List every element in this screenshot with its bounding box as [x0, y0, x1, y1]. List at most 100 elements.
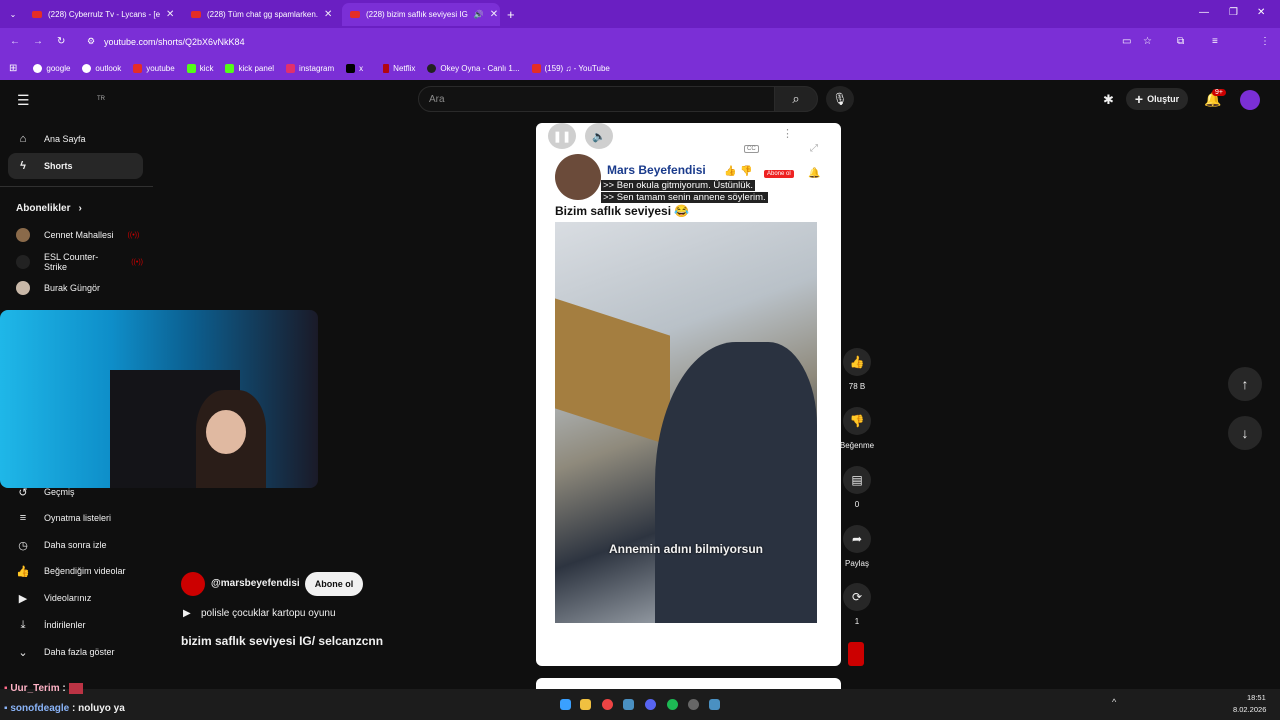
- caption-line-1: >> Ben okula gitmiyorum. Üstünlük.: [601, 180, 755, 191]
- steam-icon[interactable]: [709, 699, 720, 710]
- sidebar-item-playlists[interactable]: ≡ Oynatma listeleri: [8, 505, 143, 531]
- new-tab-icon[interactable]: +: [507, 7, 515, 22]
- fullscreen-icon[interactable]: ⤢: [810, 143, 818, 154]
- close-icon[interactable]: ✕: [490, 9, 498, 20]
- steam-icon[interactable]: [623, 699, 634, 710]
- search-input[interactable]: Ara: [418, 86, 775, 112]
- subscriptions-header[interactable]: Abonelikler ›: [16, 203, 82, 214]
- close-icon[interactable]: ✕: [324, 9, 332, 20]
- youtube-icon: [531, 63, 541, 73]
- dislike-action[interactable]: 👎 Beğenme: [836, 407, 878, 450]
- share-action[interactable]: ➦ Paylaş: [836, 525, 878, 568]
- next-short-button[interactable]: ↓: [1228, 416, 1262, 450]
- reload-icon[interactable]: ↻: [57, 36, 65, 47]
- sound-title[interactable]: polisle çocuklar kartopu oyunu: [201, 608, 336, 619]
- bookmark-youtube[interactable]: youtube: [133, 63, 175, 73]
- sidebar-item-downloads[interactable]: ⤓ İndirilenler: [8, 612, 143, 638]
- bookmark-netflix[interactable]: Netflix: [383, 63, 415, 73]
- bookmark-okey[interactable]: Okey Oyna - Canlı 1...: [427, 63, 520, 73]
- share-icon[interactable]: ➦: [843, 525, 871, 553]
- sidebar-item-show-more[interactable]: ⌄ Daha fazla göster: [8, 639, 143, 665]
- post-author-avatar: [555, 154, 601, 200]
- bookmark-outlook[interactable]: outlook: [82, 63, 121, 73]
- pause-button[interactable]: ❚❚: [548, 123, 576, 149]
- create-button[interactable]: + Oluştur: [1126, 88, 1188, 110]
- search-button[interactable]: ⌕: [774, 86, 818, 112]
- live-icon: ((•)): [131, 258, 143, 266]
- youtube-icon: [191, 11, 201, 18]
- arrow-down-icon: ↓: [1241, 425, 1249, 441]
- site-info-icon[interactable]: ⚙: [87, 36, 95, 47]
- discord-icon[interactable]: [645, 699, 656, 710]
- url-field[interactable]: ⚙ youtube.com/shorts/Q2bX6vNkK84: [80, 33, 1140, 51]
- short-video-player[interactable]: ❚❚ 🔈 ⋮ CC ⤢ Mars Beyefendisi 👍 👎 Abone o…: [536, 123, 841, 666]
- thumbs-up-icon[interactable]: 👍: [843, 348, 871, 376]
- streamer-face: [206, 410, 246, 454]
- bookmark-youtube-music[interactable]: (159) ♫ - YouTube: [531, 63, 610, 73]
- okey-icon: [427, 63, 437, 73]
- channel-avatar: [16, 228, 30, 242]
- extension-icon[interactable]: ✱: [1103, 92, 1114, 108]
- previous-short-button[interactable]: ↑: [1228, 367, 1262, 401]
- maximize-icon[interactable]: ❐: [1229, 7, 1238, 18]
- sidebar-item-shorts[interactable]: ϟ Shorts: [8, 153, 143, 179]
- thumbs-down-icon[interactable]: 👎: [843, 407, 871, 435]
- tab-2[interactable]: (228) Tüm chat gg spamlarken. ✕: [183, 3, 339, 26]
- youtube-icon: [133, 63, 143, 73]
- channel-avatar[interactable]: [181, 572, 205, 596]
- star-icon[interactable]: ☆: [1143, 36, 1152, 47]
- reading-list-icon[interactable]: ≡: [1212, 36, 1218, 47]
- comment-icon[interactable]: ▤: [843, 466, 871, 494]
- close-icon[interactable]: ✕: [166, 9, 174, 20]
- tab-search-button[interactable]: ⌄: [6, 3, 20, 26]
- video-frame: Annemin adını bilmiyorsun: [555, 222, 817, 623]
- remix-action[interactable]: ⟳ 1: [836, 583, 878, 626]
- captions-button[interactable]: CC: [744, 145, 759, 153]
- youtube-icon: [32, 11, 42, 18]
- close-window-icon[interactable]: ✕: [1257, 7, 1265, 18]
- bookmark-kick[interactable]: kick: [186, 63, 213, 73]
- forward-icon[interactable]: →: [33, 36, 43, 47]
- windows-taskbar: [0, 689, 1280, 720]
- music-play-icon[interactable]: ▶: [183, 608, 191, 619]
- tab-3-active[interactable]: (228) bizim saflık seviyesi IG 🔊 ✕: [342, 3, 500, 26]
- minimize-icon[interactable]: —: [1199, 7, 1209, 18]
- spotify-icon[interactable]: [667, 699, 678, 710]
- tray-chevron-icon[interactable]: ^: [1112, 697, 1116, 707]
- chrome-icon[interactable]: [602, 699, 613, 710]
- voice-search-button[interactable]: 🎙: [826, 86, 854, 112]
- start-icon[interactable]: [560, 699, 571, 710]
- sidebar-item-your-videos[interactable]: ▶ Videolarınız: [8, 585, 143, 611]
- tab-title: (228) Tüm chat gg spamlarken.: [207, 10, 319, 19]
- back-icon[interactable]: ←: [10, 36, 20, 47]
- sub-item-esl[interactable]: ESL Counter-Strike ((•)): [8, 249, 143, 275]
- subscribe-button[interactable]: Abone ol: [305, 572, 363, 596]
- apps-icon[interactable]: ⊞: [9, 63, 17, 74]
- sidebar-item-watch-later[interactable]: ◷ Daha sonra izle: [8, 532, 143, 558]
- sidebar-item-home[interactable]: ⌂ Ana Sayfa: [8, 126, 143, 152]
- hamburger-menu-icon[interactable]: ☰: [17, 92, 30, 109]
- menu-icon[interactable]: ⋮: [1260, 36, 1270, 47]
- extensions-icon[interactable]: ⧉: [1177, 36, 1184, 47]
- bookmark-instagram[interactable]: instagram: [286, 63, 334, 73]
- remix-icon[interactable]: ⟳: [843, 583, 871, 611]
- sub-item-cennet-mahallesi[interactable]: Cennet Mahallesi ((•)): [8, 222, 143, 248]
- account-avatar[interactable]: [1240, 90, 1260, 110]
- comments-action[interactable]: ▤ 0: [836, 466, 878, 509]
- more-options-icon[interactable]: ⋮: [782, 127, 793, 140]
- bookmark-kick-panel[interactable]: kick panel: [225, 63, 274, 73]
- app-icon[interactable]: [688, 699, 699, 710]
- chat-message-2: ▪ sonofdeagle : noluyo ya: [4, 703, 125, 714]
- volume-button[interactable]: 🔈: [585, 123, 613, 149]
- tab-1[interactable]: (228) Cyberrulz Tv - Lycans - [e ✕: [24, 3, 180, 26]
- audio-icon[interactable]: 🔊: [474, 10, 484, 19]
- like-action[interactable]: 👍 78 B: [836, 348, 878, 391]
- bookmark-google[interactable]: google: [33, 63, 70, 73]
- file-explorer-icon[interactable]: [580, 699, 591, 710]
- sidebar-item-liked-videos[interactable]: 👍 Beğendiğim videolar: [8, 558, 143, 584]
- sub-item-burak-gungor[interactable]: Burak Güngör: [8, 275, 143, 301]
- thumbs-up-icon: 👍: [16, 565, 30, 578]
- bookmark-x[interactable]: x: [346, 63, 363, 73]
- sound-thumbnail[interactable]: [848, 642, 864, 666]
- channel-handle[interactable]: @marsbeyefendisi: [211, 578, 300, 589]
